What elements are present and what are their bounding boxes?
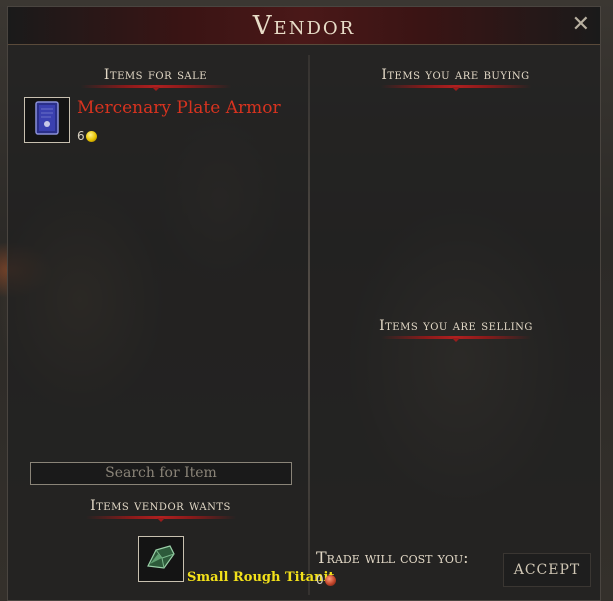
heading-label: Items for sale xyxy=(103,67,208,83)
accept-button[interactable]: ACCEPT xyxy=(503,553,591,587)
cost-value: 0 xyxy=(316,573,324,587)
heading-ornament xyxy=(80,85,231,91)
copper-coin-icon xyxy=(324,574,336,586)
rough-gem-icon xyxy=(144,542,178,576)
trade-cost-label: Trade will cost you: xyxy=(316,548,469,567)
close-icon[interactable]: ✕ xyxy=(572,11,590,39)
heading-items-vendor-wants: Items vendor wants xyxy=(78,498,243,522)
heading-label: Items vendor wants xyxy=(90,498,231,514)
vendor-window: Vendor ✕ Items for sale Mercenary Plate … xyxy=(7,6,601,601)
trade-cost-value: 0 xyxy=(316,573,336,587)
column-divider xyxy=(308,55,310,595)
sale-item-price: 6 xyxy=(77,129,97,143)
window-title: Vendor xyxy=(252,11,356,41)
heading-items-for-sale: Items for sale xyxy=(78,67,233,91)
wanted-item-name[interactable]: Small Rough Titanit xyxy=(187,570,334,585)
wanted-item-slot[interactable] xyxy=(138,536,184,582)
heading-label: Items you are buying xyxy=(381,67,530,83)
heading-label: Items you are selling xyxy=(379,318,533,334)
heading-ornament xyxy=(380,85,531,91)
heading-ornament xyxy=(85,516,236,522)
sale-item-slot[interactable] xyxy=(24,97,70,143)
search-input[interactable]: Search for Item xyxy=(30,462,292,485)
title-bar: Vendor ✕ xyxy=(8,7,600,45)
heading-items-you-are-selling: Items you are selling xyxy=(371,318,541,342)
armor-book-icon xyxy=(34,100,60,140)
price-value: 6 xyxy=(77,129,85,143)
heading-items-you-are-buying: Items you are buying xyxy=(373,67,538,91)
sale-item-name[interactable]: Mercenary Plate Armor xyxy=(77,98,281,118)
gold-coin-icon xyxy=(85,130,97,142)
heading-ornament xyxy=(381,336,531,342)
